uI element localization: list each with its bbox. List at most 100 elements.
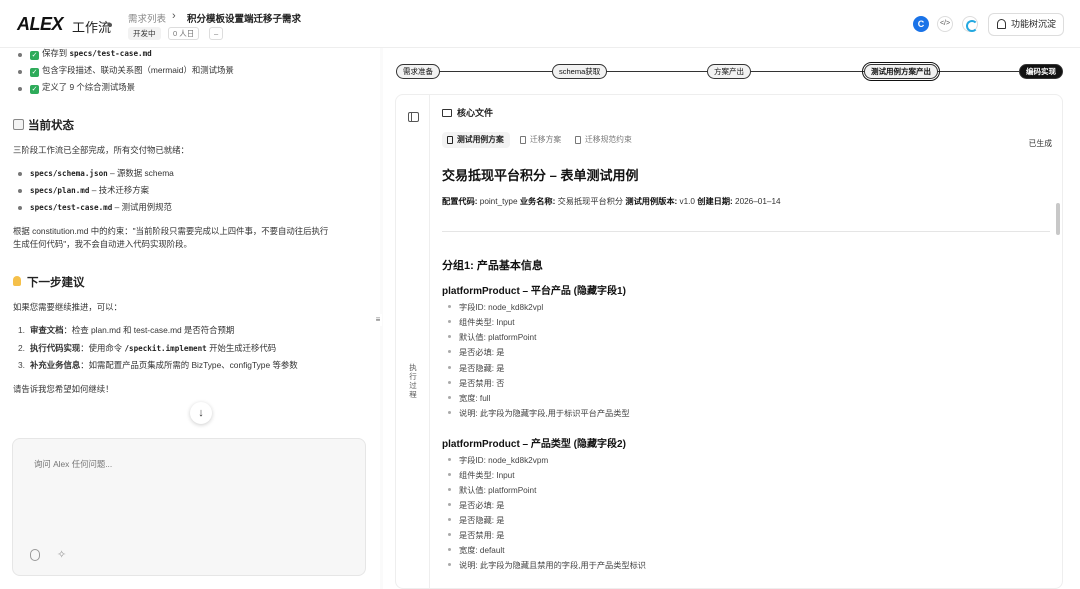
bullet (18, 70, 22, 74)
alex-logo[interactable]: ALEX (17, 14, 64, 35)
field-attr: 说明: 此字段为隐藏且禁用的字段,用于产品类型标识 (459, 561, 646, 570)
field-attr: 是否禁用: 是 (459, 531, 505, 540)
check-icon: ✓ (30, 51, 39, 60)
resize-handle-icon[interactable]: ≡ (374, 314, 382, 326)
tab-migration-plan[interactable]: 迁移方案 (515, 132, 567, 148)
file-tabs: 测试用例方案 迁移方案 迁移规范约束 (442, 129, 1052, 151)
feature-tree-button[interactable]: 功能树沉淀 (988, 13, 1064, 36)
deliverable-item: specs/test-case.md – 测试用例规范 (30, 202, 172, 212)
divider (442, 231, 1050, 232)
more-badge[interactable]: – (209, 27, 224, 40)
next-heading: 下一步建议 (13, 274, 85, 290)
file-icon (575, 136, 581, 144)
c-app-icon[interactable]: C (913, 16, 929, 32)
bullet (448, 350, 451, 353)
bullet (18, 189, 22, 193)
document-meta: 配置代码: point_type 业务名称: 交易抵现平台积分 测试用例版本: … (442, 197, 781, 206)
step-schema-fetch[interactable]: schema获取 (552, 64, 608, 79)
checklist-item: ✓ 定义了 9 个综合测试场景 (30, 82, 136, 94)
sidebar-toggle-icon[interactable] (408, 112, 419, 122)
suggestion-item: 补充业务信息：如需配置产品页集成所需的 BizType、configType 等… (30, 360, 298, 370)
suggestion-item: 执行代码实现：使用命令 /speckit.implement 开始生成迁移代码 (30, 343, 277, 353)
bullet (448, 396, 451, 399)
core-files-title: 核心文件 (442, 106, 493, 119)
field-attr: 宽度: full (459, 394, 491, 403)
lightbulb-icon (13, 276, 21, 286)
bullet (448, 473, 451, 476)
workflow-panel: 需求准备 schema获取 方案产出 测试用例方案产出 编码实现 执行过程 核心… (383, 48, 1080, 589)
file-icon (447, 136, 453, 144)
top-header: ALEX 工作流 需求列表 › 积分模板设置端迁移子需求 开发中 0 人日 – … (0, 0, 1080, 48)
scrollbar-thumb[interactable] (1056, 203, 1060, 235)
field-attr: 是否必填: 是 (459, 501, 505, 510)
bullet (18, 172, 22, 176)
status-heading: 当前状态 (13, 117, 74, 133)
status-badge[interactable]: 开发中 (128, 27, 161, 40)
bullet (448, 503, 451, 506)
bullet (18, 53, 22, 57)
bullet (448, 488, 451, 491)
field-attr: 宽度: default (459, 546, 505, 555)
page-title: 积分模板设置端迁移子需求 (187, 14, 302, 25)
sync-icon[interactable] (962, 16, 978, 32)
field-attr: 是否必填: 是 (459, 348, 505, 357)
checklist-item: ✓ 保存到 specs/test-case.md (30, 48, 152, 60)
field-attr: 字段ID: node_kd8k2vpl (459, 303, 544, 312)
suggestion-number: 1. (18, 325, 25, 335)
workspace-label: 工作流 (72, 20, 112, 35)
bullet (448, 518, 451, 521)
file-icon (520, 136, 526, 144)
execution-process-label[interactable]: 执行过程 (408, 363, 418, 399)
field-attr: 是否隐藏: 是 (459, 364, 505, 373)
step-test-case-output[interactable]: 测试用例方案产出 (861, 61, 941, 82)
tab-test-case-plan[interactable]: 测试用例方案 (442, 132, 510, 148)
calendar-icon (13, 119, 24, 130)
field-attr: 是否隐藏: 是 (459, 516, 505, 525)
attachment-icon[interactable] (30, 549, 40, 561)
folder-icon (442, 109, 452, 117)
deliverable-item: specs/schema.json – 源数据 schema (30, 168, 174, 178)
constraint-text-2: 生成任何代码"，我不会自动进入代码实现阶段。 (13, 239, 192, 249)
chat-input-box: ✧ ↑ (12, 438, 366, 576)
suggestion-number: 2. (18, 343, 25, 353)
tab-migration-constraints[interactable]: 迁移规范约束 (570, 132, 638, 148)
bullet (18, 87, 22, 91)
group-heading: 分组1: 产品基本信息 (442, 260, 543, 272)
bullet (448, 305, 451, 308)
suggestion-number: 3. (18, 360, 25, 370)
effort-badge[interactable]: 0 人日 (168, 27, 200, 40)
breadcrumb-parent[interactable]: 需求列表 (128, 11, 166, 25)
constraint-text-1: 根据 constitution.md 中的约束："当前阶段只需要完成以上四件事，… (13, 226, 329, 236)
field-attr: 是否禁用: 否 (459, 379, 505, 388)
field-attr: 说明: 此字段为隐藏字段,用于标识平台产品类型 (459, 409, 630, 418)
side-gutter: 执行过程 (396, 95, 430, 589)
code-icon[interactable]: </> (937, 16, 953, 32)
generated-status: 已生成 (1028, 139, 1052, 148)
bullet (448, 381, 451, 384)
status-text: 三阶段工作流已全部完成，所有交付物已就绪： (13, 145, 189, 155)
checklist-item: ✓ 包含字段描述、联动关系图（mermaid）和测试场景 (30, 65, 234, 77)
field-attr: 字段ID: node_kd8k2vpm (459, 456, 549, 465)
closing-text: 请告诉我您希望如何继续！ (13, 384, 114, 394)
bullet (448, 366, 451, 369)
field-title: platformProduct – 产品类型 (隐藏字段2) (442, 439, 626, 450)
bullet (448, 548, 451, 551)
document-content: 交易抵现平台积分 – 表单测试用例 配置代码: point_type 业务名称:… (442, 165, 1052, 585)
chat-input[interactable] (34, 459, 334, 469)
chevron-right-icon: › (172, 10, 176, 22)
chat-panel: ✓ 保存到 specs/test-case.md ✓ 包含字段描述、联动关系图（me… (0, 48, 382, 589)
step-coding[interactable]: 编码实现 (1019, 64, 1063, 79)
arrow-down-icon[interactable]: ↓ (190, 402, 212, 424)
bullet (448, 411, 451, 414)
field-title: platformProduct – 平台产品 (隐藏字段1) (442, 286, 626, 297)
step-requirement-prep[interactable]: 需求准备 (396, 64, 440, 79)
field-attr: 默认值: platformPoint (459, 333, 537, 342)
bullet (448, 335, 451, 338)
magic-wand-icon[interactable]: ✧ (57, 549, 69, 561)
step-plan-output[interactable]: 方案产出 (707, 64, 751, 79)
core-files-card: 执行过程 核心文件 测试用例方案 迁移方案 迁移规范约束 已生成 交易抵现平台积… (395, 94, 1063, 589)
field-attr: 组件类型: Input (459, 471, 515, 480)
field-attr: 组件类型: Input (459, 318, 515, 327)
check-icon: ✓ (30, 68, 39, 77)
bullet (448, 458, 451, 461)
